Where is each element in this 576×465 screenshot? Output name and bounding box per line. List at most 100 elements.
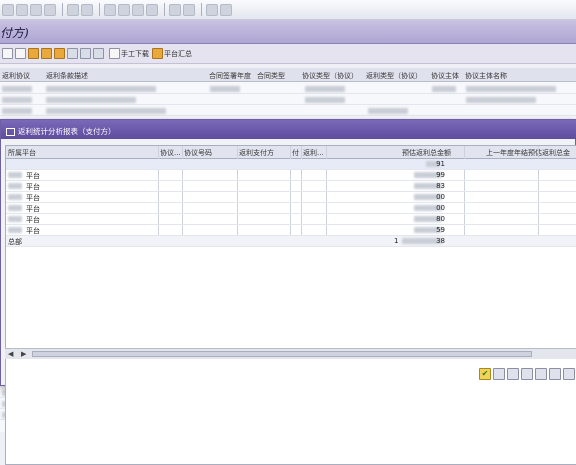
title-bar: 付方) — [0, 20, 576, 44]
redacted-cell — [8, 183, 22, 189]
table-row[interactable] — [0, 106, 576, 116]
column-header[interactable]: 返利支付方 — [239, 148, 274, 158]
table-row[interactable]: 平台 99 — [6, 170, 576, 181]
filter-icon[interactable] — [41, 48, 52, 59]
hand-icon — [109, 48, 120, 59]
help-icon[interactable] — [206, 3, 218, 16]
check-icon[interactable]: ✔ — [479, 368, 491, 380]
column-header[interactable]: 协议... — [160, 148, 181, 158]
amount-cell: 00 — [436, 193, 445, 201]
export-icon[interactable] — [563, 368, 575, 380]
column-header[interactable]: 协议类型（协议） — [302, 71, 358, 81]
total-label: 总部 — [8, 238, 22, 246]
column-header[interactable]: 返利类型（协议） — [366, 71, 422, 81]
platform-summary-label: 平台汇总 — [164, 49, 192, 58]
sort-asc-icon[interactable] — [507, 368, 519, 380]
redacted-cell — [432, 86, 456, 92]
column-header[interactable]: 返利... — [303, 148, 324, 158]
redacted-cell — [46, 86, 156, 92]
platform-cell: 平台 — [26, 183, 40, 191]
platform-cell: 平台 — [26, 205, 40, 213]
redacted-cell — [305, 86, 345, 92]
horizontal-scrollbar[interactable]: ◀ ▶ — [5, 348, 576, 359]
table-row[interactable] — [0, 95, 576, 105]
dialog-title: 返利统计分析报表（支付方） — [18, 127, 116, 136]
last-page-icon[interactable] — [146, 3, 158, 16]
table-row[interactable] — [0, 84, 576, 94]
layout-icon[interactable] — [80, 48, 91, 59]
report-dialog: 返利统计分析报表（支付方） 所属平台 协议... 协议号码 返利支付方 付 返利… — [0, 119, 576, 465]
toolbar-separator — [164, 3, 165, 16]
redacted-cell — [8, 172, 22, 178]
table-row[interactable]: 平台 00 — [6, 192, 576, 203]
scroll-right-icon[interactable]: ▶ — [21, 350, 26, 358]
amount-cell: 99 — [436, 171, 445, 179]
export-icon[interactable] — [93, 48, 104, 59]
column-header[interactable]: 合同签署年度 — [209, 71, 251, 81]
prev-page-icon[interactable] — [118, 3, 130, 16]
detail-icon[interactable] — [2, 48, 13, 59]
table-row[interactable]: 平台 59 — [6, 225, 576, 236]
column-header[interactable]: 预估返利总金额 — [402, 148, 451, 158]
shortcut-icon[interactable] — [183, 3, 195, 16]
redacted-cell — [46, 108, 166, 114]
sum-icon[interactable] — [549, 368, 561, 380]
system-toolbar — [0, 0, 576, 20]
select-all-icon[interactable] — [15, 48, 26, 59]
application-toolbar: 手工下载 平台汇总 — [0, 44, 576, 64]
table-row[interactable]: 平台 83 — [6, 181, 576, 192]
spreadsheet-icon[interactable] — [67, 48, 78, 59]
next-page-icon[interactable] — [132, 3, 144, 16]
sum-icon[interactable] — [54, 48, 65, 59]
column-header[interactable]: 协议主体名称 — [465, 71, 507, 81]
redacted-cell — [466, 97, 536, 103]
exit-icon[interactable] — [16, 3, 28, 16]
sort-icon[interactable] — [28, 48, 39, 59]
column-header[interactable]: 付 — [292, 148, 299, 158]
dialog-title-bar: 返利统计分析报表（支付方） — [1, 120, 576, 139]
window-title: 付方) — [0, 26, 29, 40]
first-page-icon[interactable] — [104, 3, 116, 16]
redacted-cell — [2, 86, 32, 92]
redacted-cell — [8, 205, 22, 211]
total-amount: 38 — [436, 237, 445, 245]
back-icon[interactable] — [2, 3, 14, 16]
find-icon[interactable] — [493, 368, 505, 380]
find-next-icon[interactable] — [81, 3, 93, 16]
column-header[interactable]: 上一年度年结预估返利总金 — [486, 148, 570, 158]
redacted-cell — [8, 216, 22, 222]
redacted-cell — [8, 227, 22, 233]
column-header[interactable]: 合同类型 — [257, 71, 285, 81]
table-row[interactable]: 平台 80 — [6, 214, 576, 225]
new-session-icon[interactable] — [169, 3, 181, 16]
print-icon[interactable] — [44, 3, 56, 16]
amount-cell: 00 — [436, 204, 445, 212]
sort-desc-icon[interactable] — [521, 368, 533, 380]
toolbar-separator — [99, 3, 100, 16]
total-row[interactable]: 总部 1 38 — [6, 236, 576, 247]
find-icon[interactable] — [67, 3, 79, 16]
scroll-thumb[interactable] — [32, 351, 532, 357]
redacted-cell — [46, 97, 136, 103]
column-header[interactable]: 返利协议 — [2, 71, 30, 81]
redacted-cell — [305, 97, 345, 103]
amount-cell: 59 — [436, 226, 445, 234]
column-header[interactable]: 所属平台 — [8, 148, 36, 158]
window-icon — [6, 127, 15, 136]
manual-download-button[interactable]: 手工下载 — [109, 48, 149, 59]
column-header[interactable]: 协议主体 — [431, 71, 459, 81]
report-grid: 所属平台 协议... 协议号码 返利支付方 付 返利... 预估返利总金额 上一… — [5, 145, 576, 465]
toolbar-separator — [62, 3, 63, 16]
layout-icon[interactable] — [220, 3, 232, 16]
cancel-icon[interactable] — [30, 3, 42, 16]
table-row[interactable]: 平台 00 — [6, 203, 576, 214]
redacted-cell — [2, 97, 32, 103]
redacted-cell — [368, 108, 408, 114]
column-header[interactable]: 返利条款描述 — [46, 71, 88, 81]
manual-download-label: 手工下载 — [121, 49, 149, 58]
filter-icon[interactable] — [535, 368, 547, 380]
column-header[interactable]: 协议号码 — [184, 148, 212, 158]
table-row[interactable]: 91 — [6, 159, 576, 170]
platform-summary-button[interactable]: 平台汇总 — [152, 48, 192, 59]
scroll-left-icon[interactable]: ◀ — [8, 350, 13, 358]
